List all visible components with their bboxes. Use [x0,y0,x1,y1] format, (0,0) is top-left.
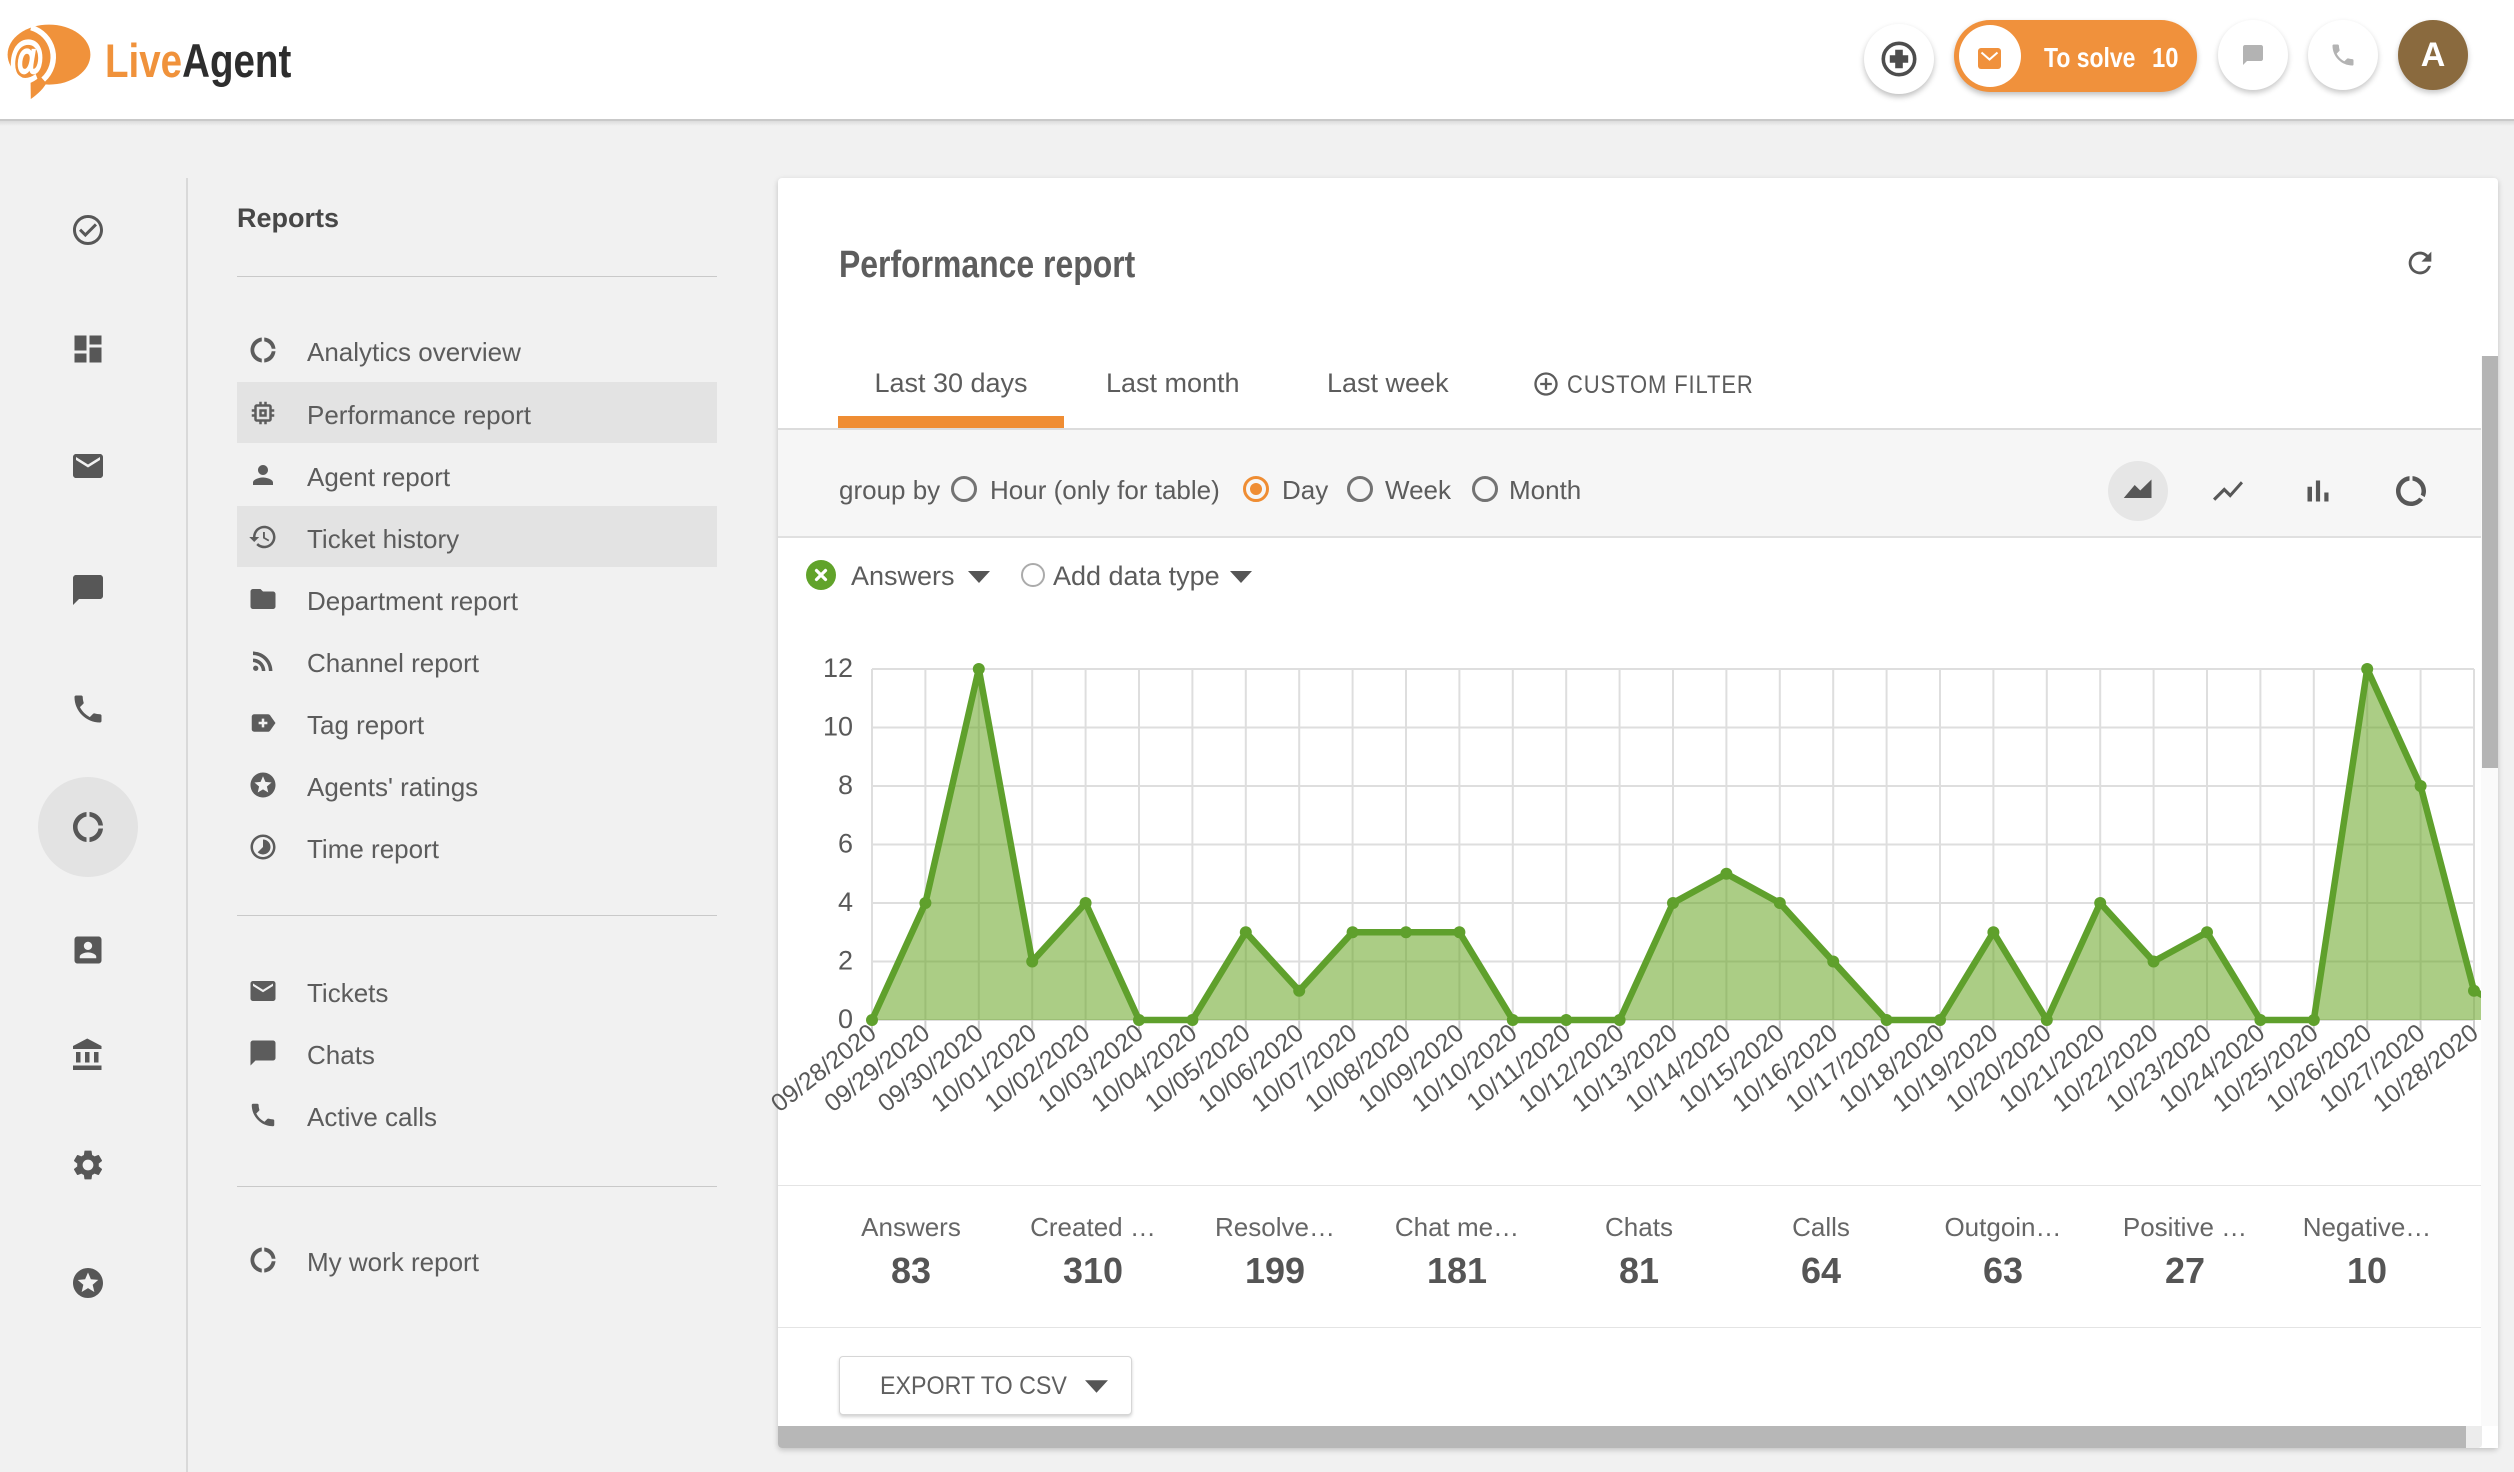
svg-text:8: 8 [838,770,853,800]
svg-text:4: 4 [838,887,853,917]
svg-text:12: 12 [823,653,853,683]
svg-text:2: 2 [838,946,853,976]
svg-text:@: @ [10,33,44,86]
svg-text:6: 6 [838,829,853,859]
svg-text:10: 10 [823,712,853,742]
